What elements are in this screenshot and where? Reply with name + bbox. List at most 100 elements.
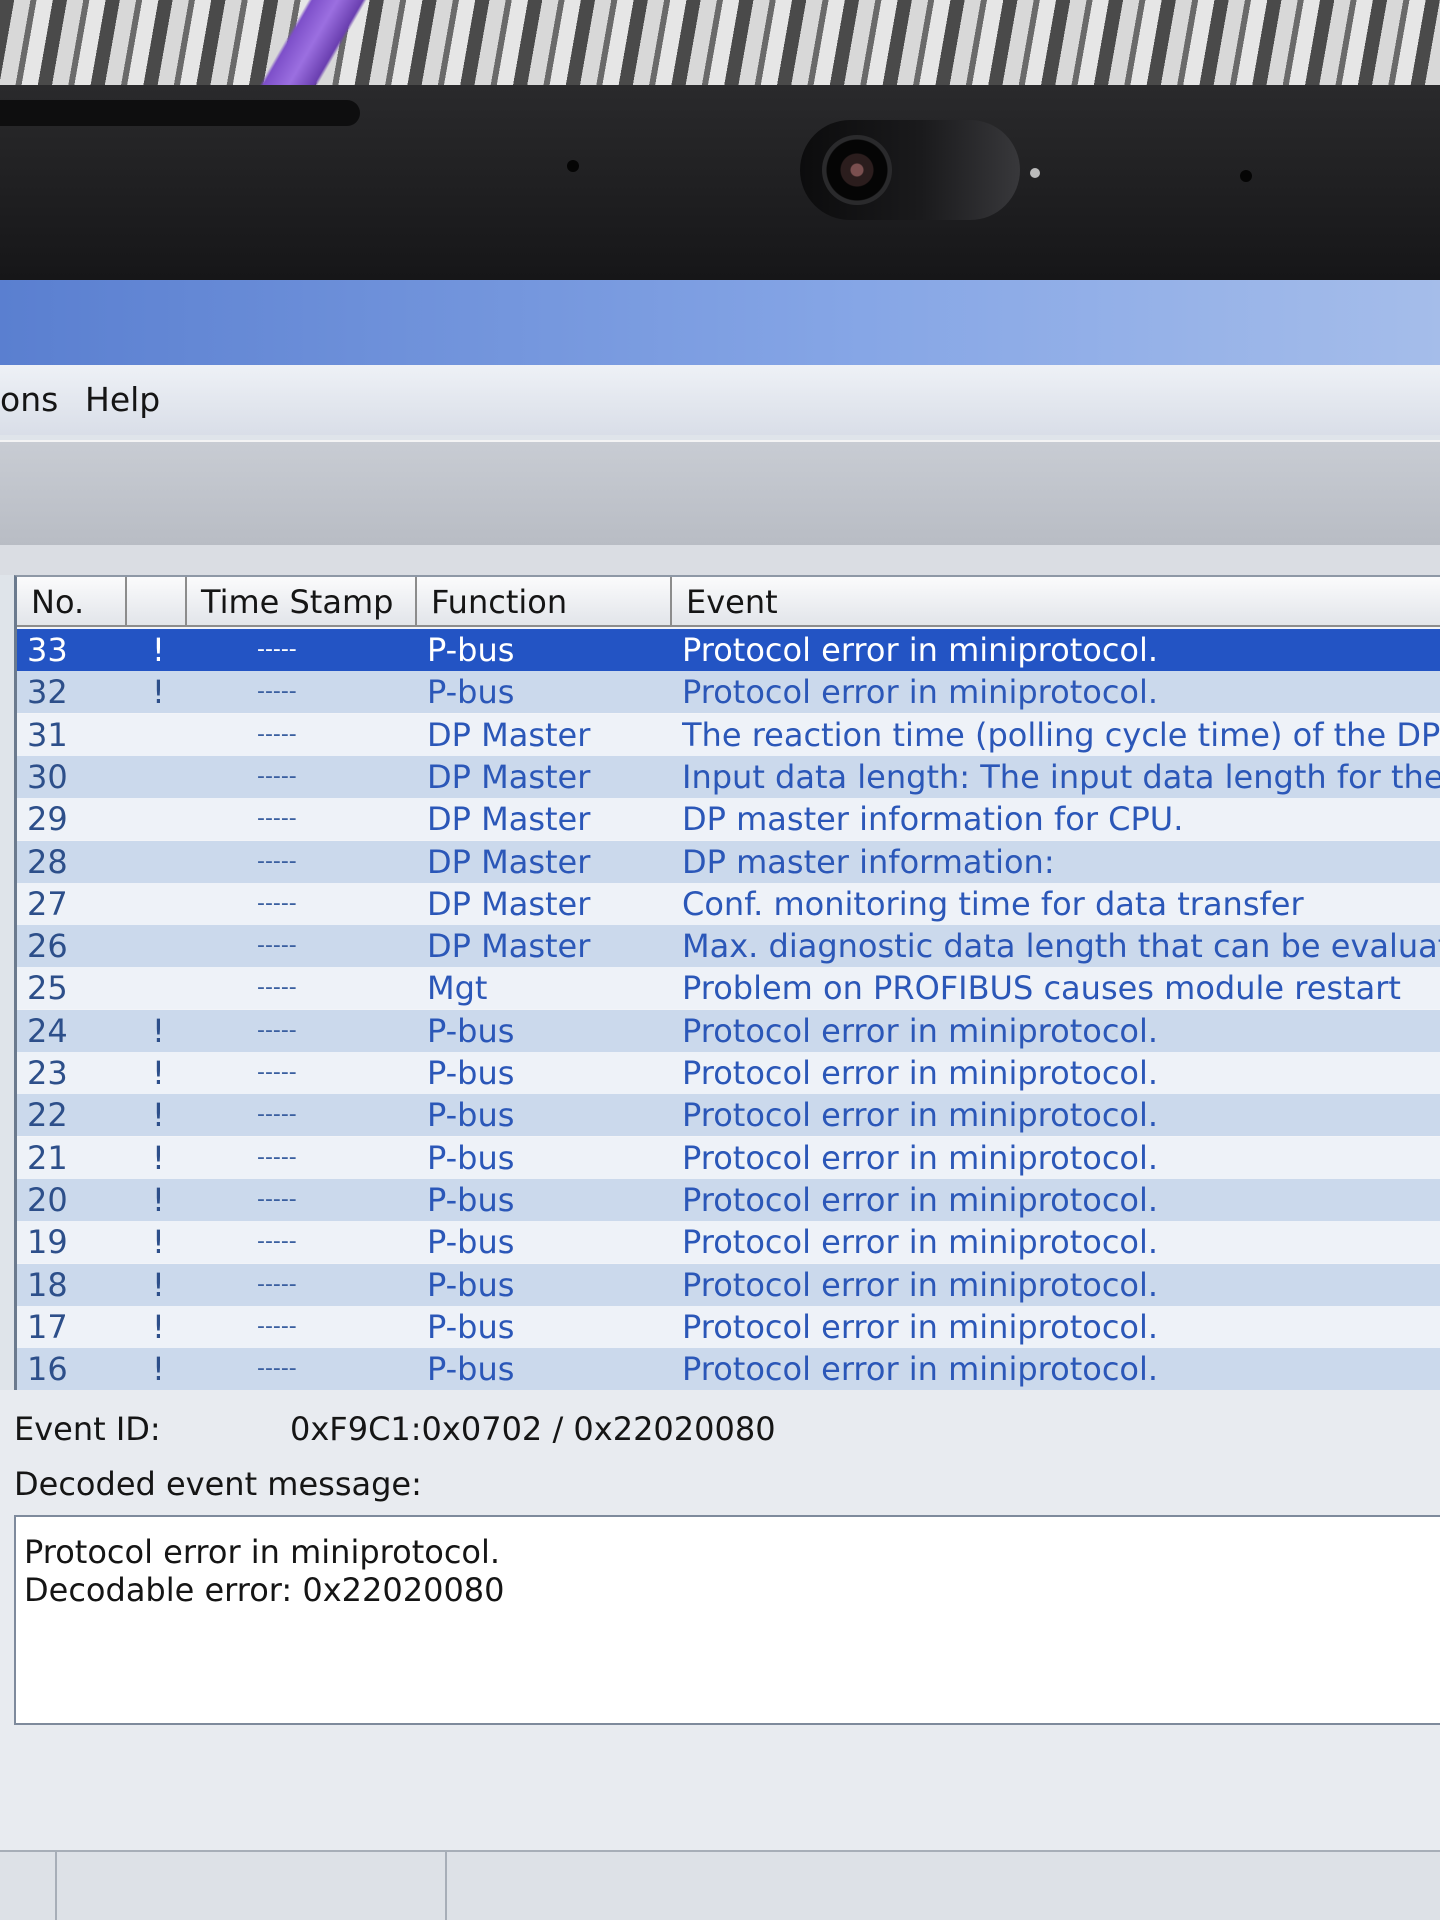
row-event: Max. diagnostic data length that can be … bbox=[682, 927, 1440, 966]
table-row[interactable]: 17! ----- P-bus Protocol error in miniproto… bbox=[17, 1305, 1440, 1348]
row-flag: ! bbox=[152, 1054, 165, 1092]
row-time-stamp: ----- bbox=[257, 1144, 297, 1170]
row-flag: ! bbox=[152, 1011, 165, 1050]
column-header-event[interactable]: Event bbox=[672, 577, 1440, 627]
decoded-message-label: Decoded event message: bbox=[14, 1465, 422, 1503]
row-function: P-bus bbox=[427, 1307, 515, 1346]
row-event: Protocol error in miniprotocol. bbox=[682, 1096, 1159, 1135]
menu-item-options[interactable]: ons bbox=[0, 380, 58, 419]
row-no: 17 bbox=[27, 1307, 68, 1346]
row-event: DP master information for CPU. bbox=[682, 800, 1184, 839]
row-no: 24 bbox=[27, 1011, 68, 1050]
toolbar bbox=[0, 440, 1440, 547]
row-time-stamp: ----- bbox=[257, 975, 297, 1001]
row-no: 30 bbox=[27, 757, 68, 796]
row-time-stamp: ----- bbox=[257, 1313, 297, 1339]
row-no: 21 bbox=[27, 1138, 68, 1177]
row-flag: ! bbox=[152, 1096, 165, 1135]
table-row[interactable]: 32! ----- P-bus Protocol error in miniproto… bbox=[17, 671, 1440, 714]
row-function: P-bus bbox=[427, 1011, 515, 1050]
event-details-panel: Event ID: 0xF9C1:0x0702 / 0x22020080 Dec… bbox=[0, 1390, 1440, 1920]
column-header-no[interactable]: No. bbox=[17, 577, 127, 627]
row-event: Protocol error in miniprotocol. bbox=[682, 1011, 1159, 1050]
row-function: P-bus bbox=[427, 673, 515, 712]
table-row[interactable]: 26 ----- DP Master Max. diagnostic data len… bbox=[17, 925, 1440, 968]
row-time-stamp: ----- bbox=[257, 721, 297, 747]
table-row[interactable]: 31 ----- DP Master The reaction time (polli… bbox=[17, 713, 1440, 756]
row-time-stamp: ----- bbox=[257, 637, 297, 662]
row-function: P-bus bbox=[427, 1350, 515, 1389]
status-segment bbox=[55, 1852, 447, 1920]
decoded-message-box[interactable]: Protocol error in miniprotocol. Decodabl… bbox=[14, 1515, 1440, 1725]
row-time-stamp: ----- bbox=[257, 1017, 297, 1043]
row-flag: ! bbox=[152, 1307, 165, 1346]
row-flag: ! bbox=[152, 673, 165, 712]
row-function: DP Master bbox=[427, 715, 591, 754]
event-table: No. Time Stamp Function Event 33! ----- P-… bbox=[14, 575, 1440, 1392]
row-function: P-bus bbox=[427, 1180, 515, 1219]
row-no: 28 bbox=[27, 842, 68, 881]
table-row[interactable]: 30 ----- DP Master Input data length: The i… bbox=[17, 755, 1440, 798]
row-event: Protocol error in miniprotocol. bbox=[682, 1054, 1159, 1092]
table-row[interactable]: 22! ----- P-bus Protocol error in miniproto… bbox=[17, 1094, 1440, 1137]
column-header-function[interactable]: Function bbox=[417, 577, 672, 627]
row-event: Protocol error in miniprotocol. bbox=[682, 1265, 1159, 1304]
row-event: Protocol error in miniprotocol. bbox=[682, 1180, 1159, 1219]
row-event: Conf. monitoring time for data transfer bbox=[682, 884, 1304, 923]
row-no: 23 bbox=[27, 1054, 68, 1092]
row-no: 18 bbox=[27, 1265, 68, 1304]
row-event: Protocol error in miniprotocol. bbox=[682, 1307, 1159, 1346]
row-time-stamp: ----- bbox=[257, 1229, 297, 1255]
row-event: Problem on PROFIBUS causes module restar… bbox=[682, 969, 1401, 1008]
row-function: DP Master bbox=[427, 884, 591, 923]
row-time-stamp: ----- bbox=[257, 890, 297, 916]
row-time-stamp: ----- bbox=[257, 1186, 297, 1212]
decoded-message-line: Decodable error: 0x22020080 bbox=[24, 1571, 505, 1609]
row-event: Input data length: The input data length… bbox=[682, 757, 1440, 796]
table-row[interactable]: 28 ----- DP Master DP master information: bbox=[17, 840, 1440, 883]
table-row[interactable]: 20! ----- P-bus Protocol error in miniproto… bbox=[17, 1178, 1440, 1221]
row-event: Protocol error in miniprotocol. bbox=[682, 673, 1159, 712]
menu-bar bbox=[0, 365, 1440, 435]
row-event: DP master information: bbox=[682, 842, 1055, 881]
row-time-stamp: ----- bbox=[257, 763, 297, 789]
table-row[interactable]: 21! ----- P-bus Protocol error in miniproto… bbox=[17, 1136, 1440, 1179]
row-flag: ! bbox=[152, 1223, 165, 1262]
row-time-stamp: ----- bbox=[257, 806, 297, 832]
row-flag: ! bbox=[152, 1350, 165, 1389]
row-time-stamp: ----- bbox=[257, 1271, 297, 1297]
row-no: 20 bbox=[27, 1180, 68, 1219]
table-row[interactable]: 24! ----- P-bus Protocol error in miniproto… bbox=[17, 1009, 1440, 1052]
row-flag: ! bbox=[152, 631, 165, 669]
row-event: The reaction time (polling cycle time) o… bbox=[682, 715, 1440, 754]
row-flag: ! bbox=[152, 1180, 165, 1219]
table-row[interactable]: 29 ----- DP Master DP master information fo… bbox=[17, 798, 1440, 841]
table-row[interactable]: 18! ----- P-bus Protocol error in miniproto… bbox=[17, 1263, 1440, 1306]
row-no: 31 bbox=[27, 715, 68, 754]
table-row[interactable]: 16! ----- P-bus Protocol error in miniproto… bbox=[17, 1348, 1440, 1391]
table-row[interactable]: 19! ----- P-bus Protocol error in miniproto… bbox=[17, 1221, 1440, 1264]
column-header-time-stamp[interactable]: Time Stamp bbox=[187, 577, 417, 627]
bezel-slot bbox=[0, 100, 360, 126]
row-no: 32 bbox=[27, 673, 68, 712]
row-function: P-bus bbox=[427, 1096, 515, 1135]
row-time-stamp: ----- bbox=[257, 848, 297, 874]
row-function: DP Master bbox=[427, 842, 591, 881]
event-id-value: 0xF9C1:0x0702 / 0x22020080 bbox=[290, 1410, 776, 1448]
row-flag: ! bbox=[152, 1265, 165, 1304]
table-row[interactable]: 33! ----- P-bus Protocol error in miniproto… bbox=[17, 629, 1440, 671]
menu-item-help[interactable]: Help bbox=[85, 380, 160, 419]
window-titlebar bbox=[0, 280, 1440, 365]
table-row[interactable]: 27 ----- DP Master Conf. monitoring time fo… bbox=[17, 882, 1440, 925]
row-no: 25 bbox=[27, 969, 68, 1008]
row-no: 22 bbox=[27, 1096, 68, 1135]
bezel-mic-dot bbox=[1240, 170, 1252, 182]
table-row[interactable]: 25 ----- Mgt Problem on PROFIBUS causes mod… bbox=[17, 967, 1440, 1010]
status-bar bbox=[0, 1850, 1440, 1920]
status-segment bbox=[0, 1852, 57, 1920]
table-row[interactable]: 23! ----- P-bus Protocol error in miniproto… bbox=[17, 1052, 1440, 1094]
toolbar-separator bbox=[0, 545, 1440, 575]
row-function: DP Master bbox=[427, 800, 591, 839]
row-function: P-bus bbox=[427, 1265, 515, 1304]
column-header-flag[interactable] bbox=[127, 577, 187, 627]
